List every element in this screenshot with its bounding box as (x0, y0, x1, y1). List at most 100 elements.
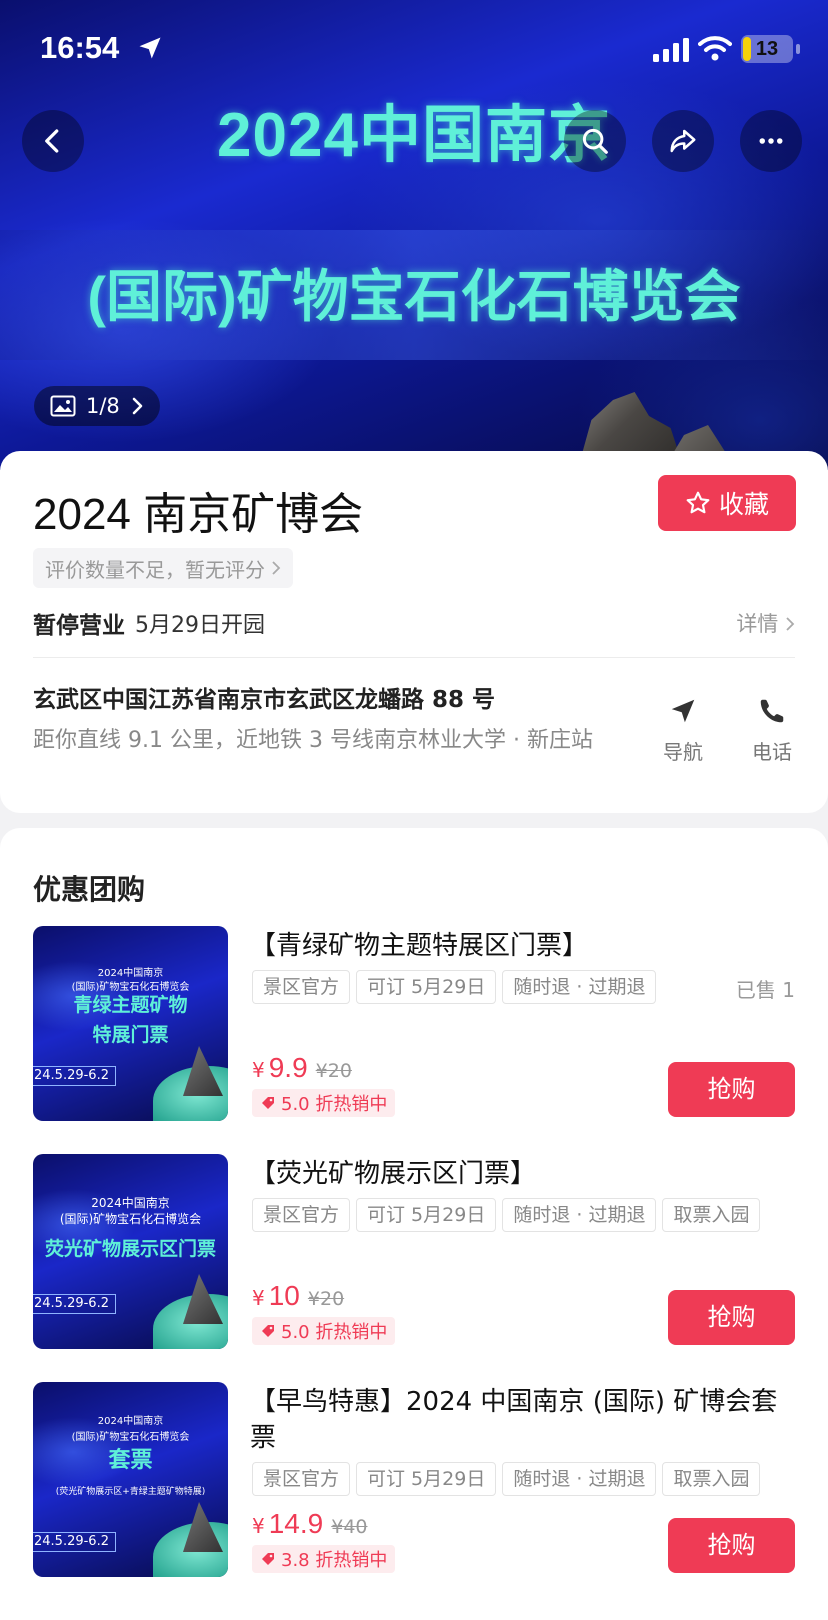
price: 10 (268, 1280, 300, 1311)
navigation-arrow-icon (671, 699, 695, 723)
price: 14.9 (268, 1508, 324, 1539)
thumb-date: 24.5.29-6.2 (33, 1532, 116, 1552)
chevron-left-icon (45, 129, 59, 153)
tag-icon (262, 1097, 274, 1109)
battery-indicator: 13 (741, 35, 793, 63)
thumb-line2: (国际)矿物宝石化石博览会 (71, 1432, 190, 1443)
thumb-line1: 2024中国南京 (97, 1416, 164, 1427)
phone-button[interactable]: 电话 (737, 696, 807, 765)
thumb-subtext: (荧光矿物展示区+青绿主题矿物特展) (55, 1487, 206, 1497)
battery-percent: 13 (755, 38, 779, 60)
deal-title[interactable]: 【青绿矿物主题特展区门票】 (250, 928, 795, 964)
original-price: ¥20 (315, 1060, 352, 1082)
thumb-headline: 套票 (108, 1448, 153, 1473)
currency-symbol: ¥ (252, 1286, 265, 1310)
thumb-line1: 2024中国南京 (97, 968, 164, 979)
favorite-label: 收藏 (718, 490, 769, 519)
deal-tags: 景区官方 可订 5月29日 随时退 · 过期退 (252, 970, 657, 1004)
favorite-button[interactable]: 收藏 (658, 475, 796, 531)
hero-title-line2: (国际)矿物宝石化石博览会 (87, 265, 741, 328)
phone-label: 电话 (752, 740, 792, 764)
original-price: ¥20 (307, 1288, 345, 1310)
tag: 景区官方 (252, 970, 351, 1004)
discount-text: 5.0 折热销中 (281, 1094, 388, 1115)
phone-icon (760, 699, 784, 723)
address-text[interactable]: 玄武区中国江苏省南京市玄武区龙蟠路 88 号 (33, 680, 623, 714)
deal-thumbnail: 2024中国南京 (国际)矿物宝石化石博览会 荧光矿物展示区门票 24.5.29… (33, 1154, 228, 1349)
discount-text: 3.8 折热销中 (281, 1550, 388, 1571)
share-button[interactable] (652, 110, 714, 172)
tag: 随时退 · 过期退 (502, 1198, 657, 1232)
tag: 可订 5月29日 (356, 1462, 497, 1496)
navigate-label: 导航 (663, 740, 703, 764)
price-row: ¥ 14.9 ¥40 (252, 1508, 368, 1540)
thumb-headline: 荧光矿物展示区门票 (44, 1238, 216, 1260)
rating-chip[interactable]: 评价数量不足，暂无评分 (33, 548, 293, 588)
tag: 景区官方 (252, 1198, 351, 1232)
location-arrow-icon (139, 37, 161, 59)
back-button[interactable] (22, 110, 84, 172)
search-icon (582, 128, 608, 154)
navigate-button[interactable]: 导航 (648, 696, 718, 765)
clock: 16:54 (40, 30, 120, 65)
chevron-right-icon (786, 617, 795, 631)
status-bar: 16:54 13 (0, 0, 828, 100)
image-icon (50, 395, 76, 417)
tag: 可订 5月29日 (356, 1198, 497, 1232)
sold-count: 已售 1 (735, 978, 795, 1002)
tag: 随时退 · 过期退 (502, 1462, 657, 1496)
opening-status-row[interactable]: 暂停营业 5月29日开园 详情 (33, 603, 795, 643)
deal-thumbnail: 2024中国南京 (国际)矿物宝石化石博览会 青绿主题矿物 特展门票 24.5.… (33, 926, 228, 1121)
more-dots-icon (759, 138, 783, 144)
status-opening-date: 5月29日开园 (135, 613, 265, 638)
star-icon (686, 491, 710, 514)
divider (33, 657, 795, 658)
discount-badge: 3.8 折热销中 (252, 1545, 396, 1573)
deal-item[interactable]: 2024中国南京 (国际)矿物宝石化石博览会 青绿主题矿物 特展门票 24.5.… (0, 926, 828, 1126)
chevron-right-icon (272, 561, 281, 575)
rating-text: 评价数量不足，暂无评分 (45, 557, 265, 582)
tag-icon (262, 1325, 274, 1337)
distance-text: 距你直线 9.1 公里，近地铁 3 号线南京林业大学 · 新庄站 (33, 728, 593, 753)
battery-nub (796, 44, 800, 54)
deal-thumbnail: 2024中国南京 (国际)矿物宝石化石博览会 套票 (荧光矿物展示区+青绿主题矿… (33, 1382, 228, 1577)
deal-item[interactable]: 2024中国南京 (国际)矿物宝石化石博览会 套票 (荧光矿物展示区+青绿主题矿… (0, 1382, 828, 1582)
chevron-right-icon (132, 397, 143, 415)
attraction-info-card: 2024 南京矿博会 收藏 评价数量不足，暂无评分 暂停营业 5月29日开园 详… (0, 451, 828, 813)
page-title: 2024 南京矿博会 (33, 490, 364, 539)
deal-item[interactable]: 2024中国南京 (国际)矿物宝石化石博览会 荧光矿物展示区门票 24.5.29… (0, 1154, 828, 1354)
details-link[interactable]: 详情 (736, 608, 795, 638)
deal-title[interactable]: 【荧光矿物展示区门票】 (250, 1156, 795, 1192)
currency-symbol: ¥ (252, 1058, 265, 1082)
price-row: ¥ 10 ¥20 (252, 1280, 344, 1312)
currency-symbol: ¥ (252, 1514, 265, 1538)
section-title: 优惠团购 (33, 873, 146, 906)
tag: 随时退 · 过期退 (502, 970, 657, 1004)
thumb-date: 24.5.29-6.2 (33, 1066, 116, 1086)
discount-badge: 5.0 折热销中 (252, 1089, 396, 1117)
thumb-headline: 青绿主题矿物 特展门票 (73, 994, 188, 1046)
buy-button[interactable]: 抢购 (668, 1518, 795, 1573)
thumb-date: 24.5.29-6.2 (33, 1294, 116, 1314)
details-label: 详情 (736, 612, 779, 636)
discount-badge: 5.0 折热销中 (252, 1317, 396, 1345)
status-main: 暂停营业 (33, 613, 125, 639)
deal-title[interactable]: 【早鸟特惠】2024 中国南京 (国际) 矿博会套票 (250, 1384, 795, 1456)
thumb-line2: (国际)矿物宝石化石博览会 (59, 1212, 202, 1226)
deal-tags: 景区官方 可订 5月29日 随时退 · 过期退 取票入园 (252, 1462, 761, 1496)
more-button[interactable] (740, 110, 802, 172)
price-row: ¥ 9.9 ¥20 (252, 1052, 352, 1084)
cellular-signal-icon (653, 38, 689, 62)
search-button[interactable] (564, 110, 626, 172)
wifi-icon (698, 36, 732, 61)
tag: 景区官方 (252, 1462, 351, 1496)
buy-button[interactable]: 抢购 (668, 1290, 795, 1345)
group-deals-section: 优惠团购 2024中国南京 (国际)矿物宝石化石博览会 青绿主题矿物 特展门票 … (0, 828, 828, 1620)
tag: 取票入园 (662, 1462, 761, 1496)
deal-tags: 景区官方 可订 5月29日 随时退 · 过期退 取票入园 (252, 1198, 761, 1232)
buy-button[interactable]: 抢购 (668, 1062, 795, 1117)
image-counter-text: 1/8 (86, 394, 120, 418)
original-price: ¥40 (331, 1516, 368, 1538)
tag: 可订 5月29日 (356, 970, 497, 1004)
image-counter[interactable]: 1/8 (34, 386, 160, 426)
